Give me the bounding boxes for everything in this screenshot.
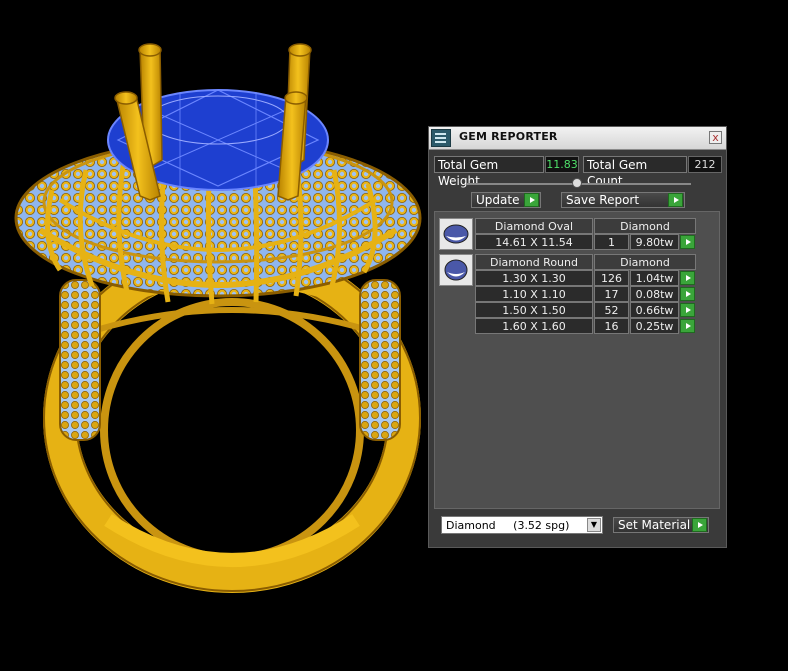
group-shape-round: Diamond Round: [475, 254, 593, 270]
green-arrow-icon: [692, 518, 707, 532]
chevron-down-icon[interactable]: ▼: [587, 518, 601, 532]
save-report-button-label: Save Report: [566, 193, 640, 207]
gem-weight: 9.80tw: [630, 234, 679, 250]
update-button-label: Update: [476, 193, 520, 207]
green-arrow-icon: [668, 193, 683, 207]
gem-weight: 0.66tw: [630, 302, 679, 318]
gem-size: 1.60 X 1.60: [475, 318, 593, 334]
gem-size: 1.30 X 1.30: [475, 270, 593, 286]
gem-size: 1.50 X 1.50: [475, 302, 593, 318]
total-gem-count-value: 212: [688, 156, 722, 173]
set-material-button[interactable]: Set Material: [613, 517, 709, 533]
green-arrow-icon[interactable]: [680, 287, 695, 301]
green-arrow-icon[interactable]: [680, 319, 695, 333]
gem-list: Diamond Oval Diamond 14.61 X 11.54 1 9.8…: [434, 211, 720, 509]
gem-count: 1: [594, 234, 629, 250]
group-material-oval: Diamond: [594, 218, 696, 234]
material-select[interactable]: Diamond (3.52 spg) ▼: [441, 516, 603, 534]
title-bar[interactable]: GEM REPORTER x: [429, 127, 726, 150]
total-gem-weight-value: 11.83: [545, 156, 579, 173]
slider-handle[interactable]: [572, 178, 582, 188]
gem-count: 17: [594, 286, 629, 302]
gem-size: 14.61 X 11.54: [475, 234, 593, 250]
gem-weight: 0.08tw: [630, 286, 679, 302]
green-arrow-icon: [524, 193, 539, 207]
total-gem-weight-label: Total Gem Weight: [434, 156, 544, 188]
gem-weight: 1.04tw: [630, 270, 679, 286]
set-material-button-label: Set Material: [618, 518, 691, 532]
update-button[interactable]: Update: [471, 192, 541, 208]
green-arrow-icon[interactable]: [680, 271, 695, 285]
total-gem-count-label: Total Gem Count: [583, 156, 687, 188]
save-report-button[interactable]: Save Report: [561, 192, 685, 208]
gem-weight: 0.25tw: [630, 318, 679, 334]
gem-count: 126: [594, 270, 629, 286]
gem-reporter-icon: [431, 129, 451, 147]
material-select-value: Diamond (3.52 spg): [446, 519, 570, 532]
close-icon[interactable]: x: [709, 131, 722, 144]
group-material-round: Diamond: [594, 254, 696, 270]
gem-count: 16: [594, 318, 629, 334]
gem-count: 52: [594, 302, 629, 318]
gem-reporter-panel: GEM REPORTER x Total Gem Weight 11.83 To…: [428, 126, 727, 548]
green-arrow-icon[interactable]: [680, 235, 695, 249]
oval-gem-icon: [439, 218, 473, 250]
round-gem-icon: [439, 254, 473, 286]
group-shape-oval: Diamond Oval: [475, 218, 593, 234]
gem-size: 1.10 X 1.10: [475, 286, 593, 302]
panel-title: GEM REPORTER: [459, 130, 558, 143]
green-arrow-icon[interactable]: [680, 303, 695, 317]
